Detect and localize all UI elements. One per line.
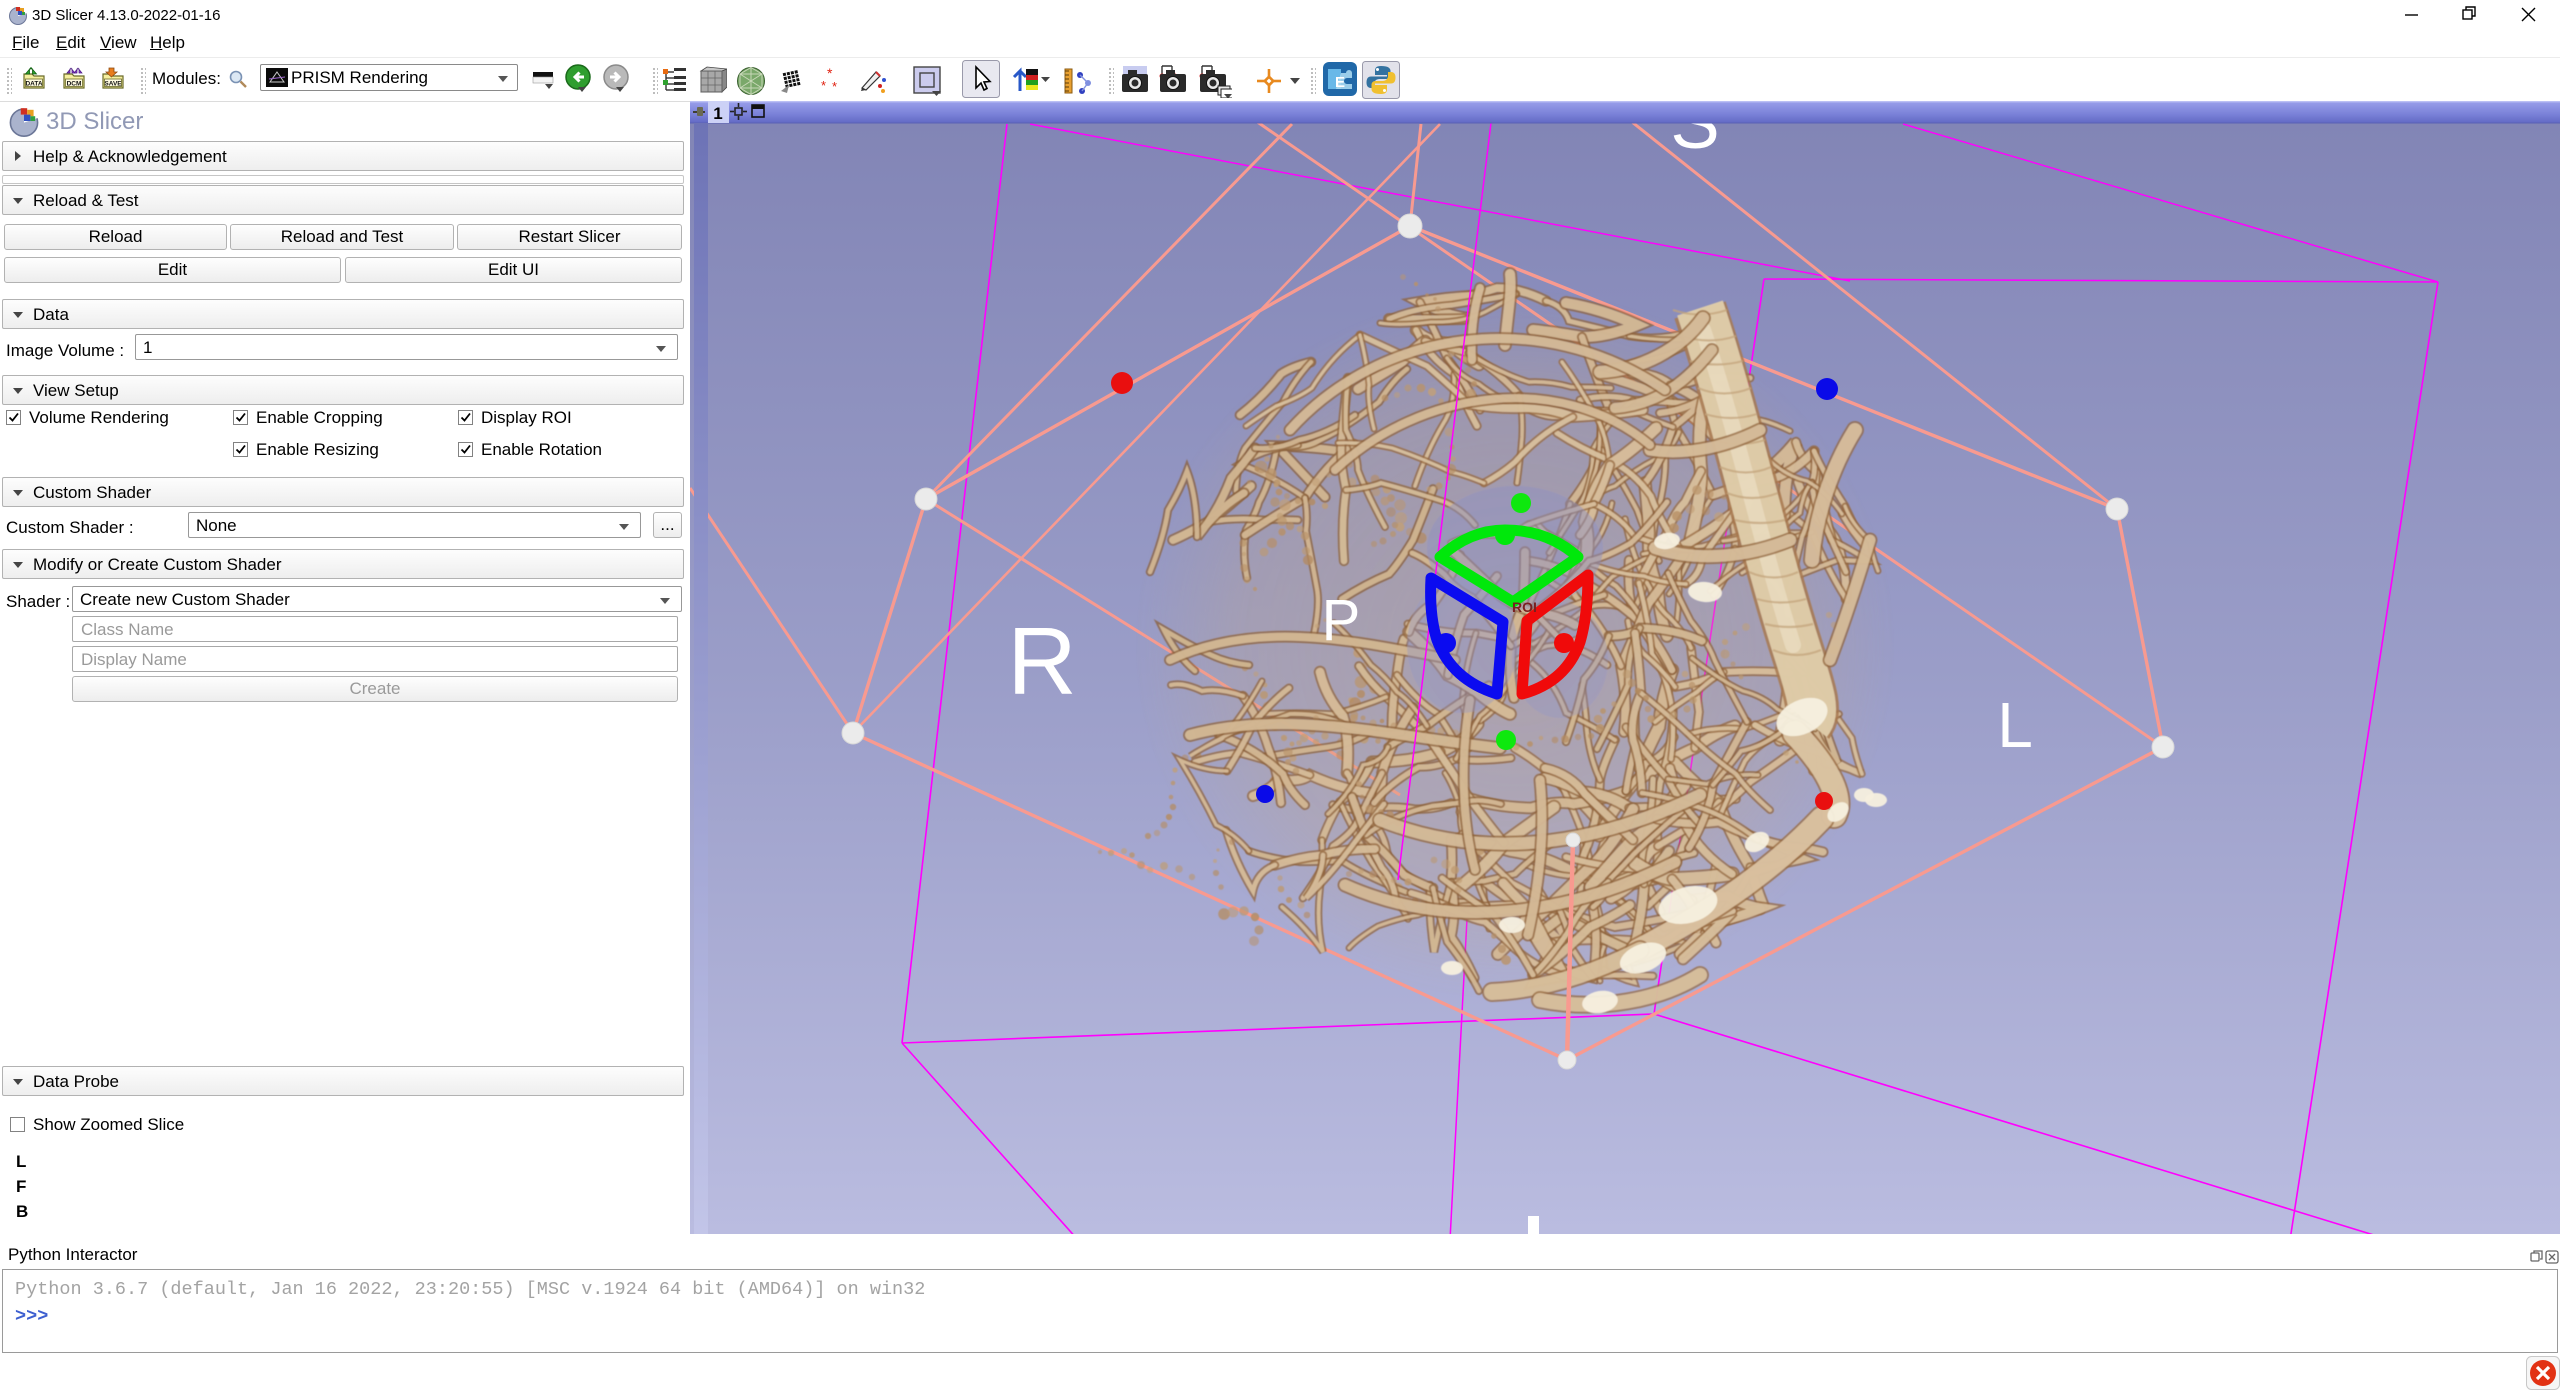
svg-text:1: 1 (713, 104, 722, 123)
svg-text:P: P (1322, 588, 1361, 653)
svg-text:DATA: DATA (25, 81, 42, 88)
svg-text:ROI: ROI (1512, 599, 1537, 615)
svg-text:*: * (821, 78, 826, 93)
svg-text:R: R (1007, 608, 1076, 715)
svg-text:*: * (832, 79, 837, 94)
svg-text:SAVE: SAVE (104, 81, 122, 88)
svg-text:L: L (1997, 689, 2033, 761)
svg-text:E: E (1335, 74, 1345, 91)
svg-text:DCM: DCM (67, 81, 82, 88)
